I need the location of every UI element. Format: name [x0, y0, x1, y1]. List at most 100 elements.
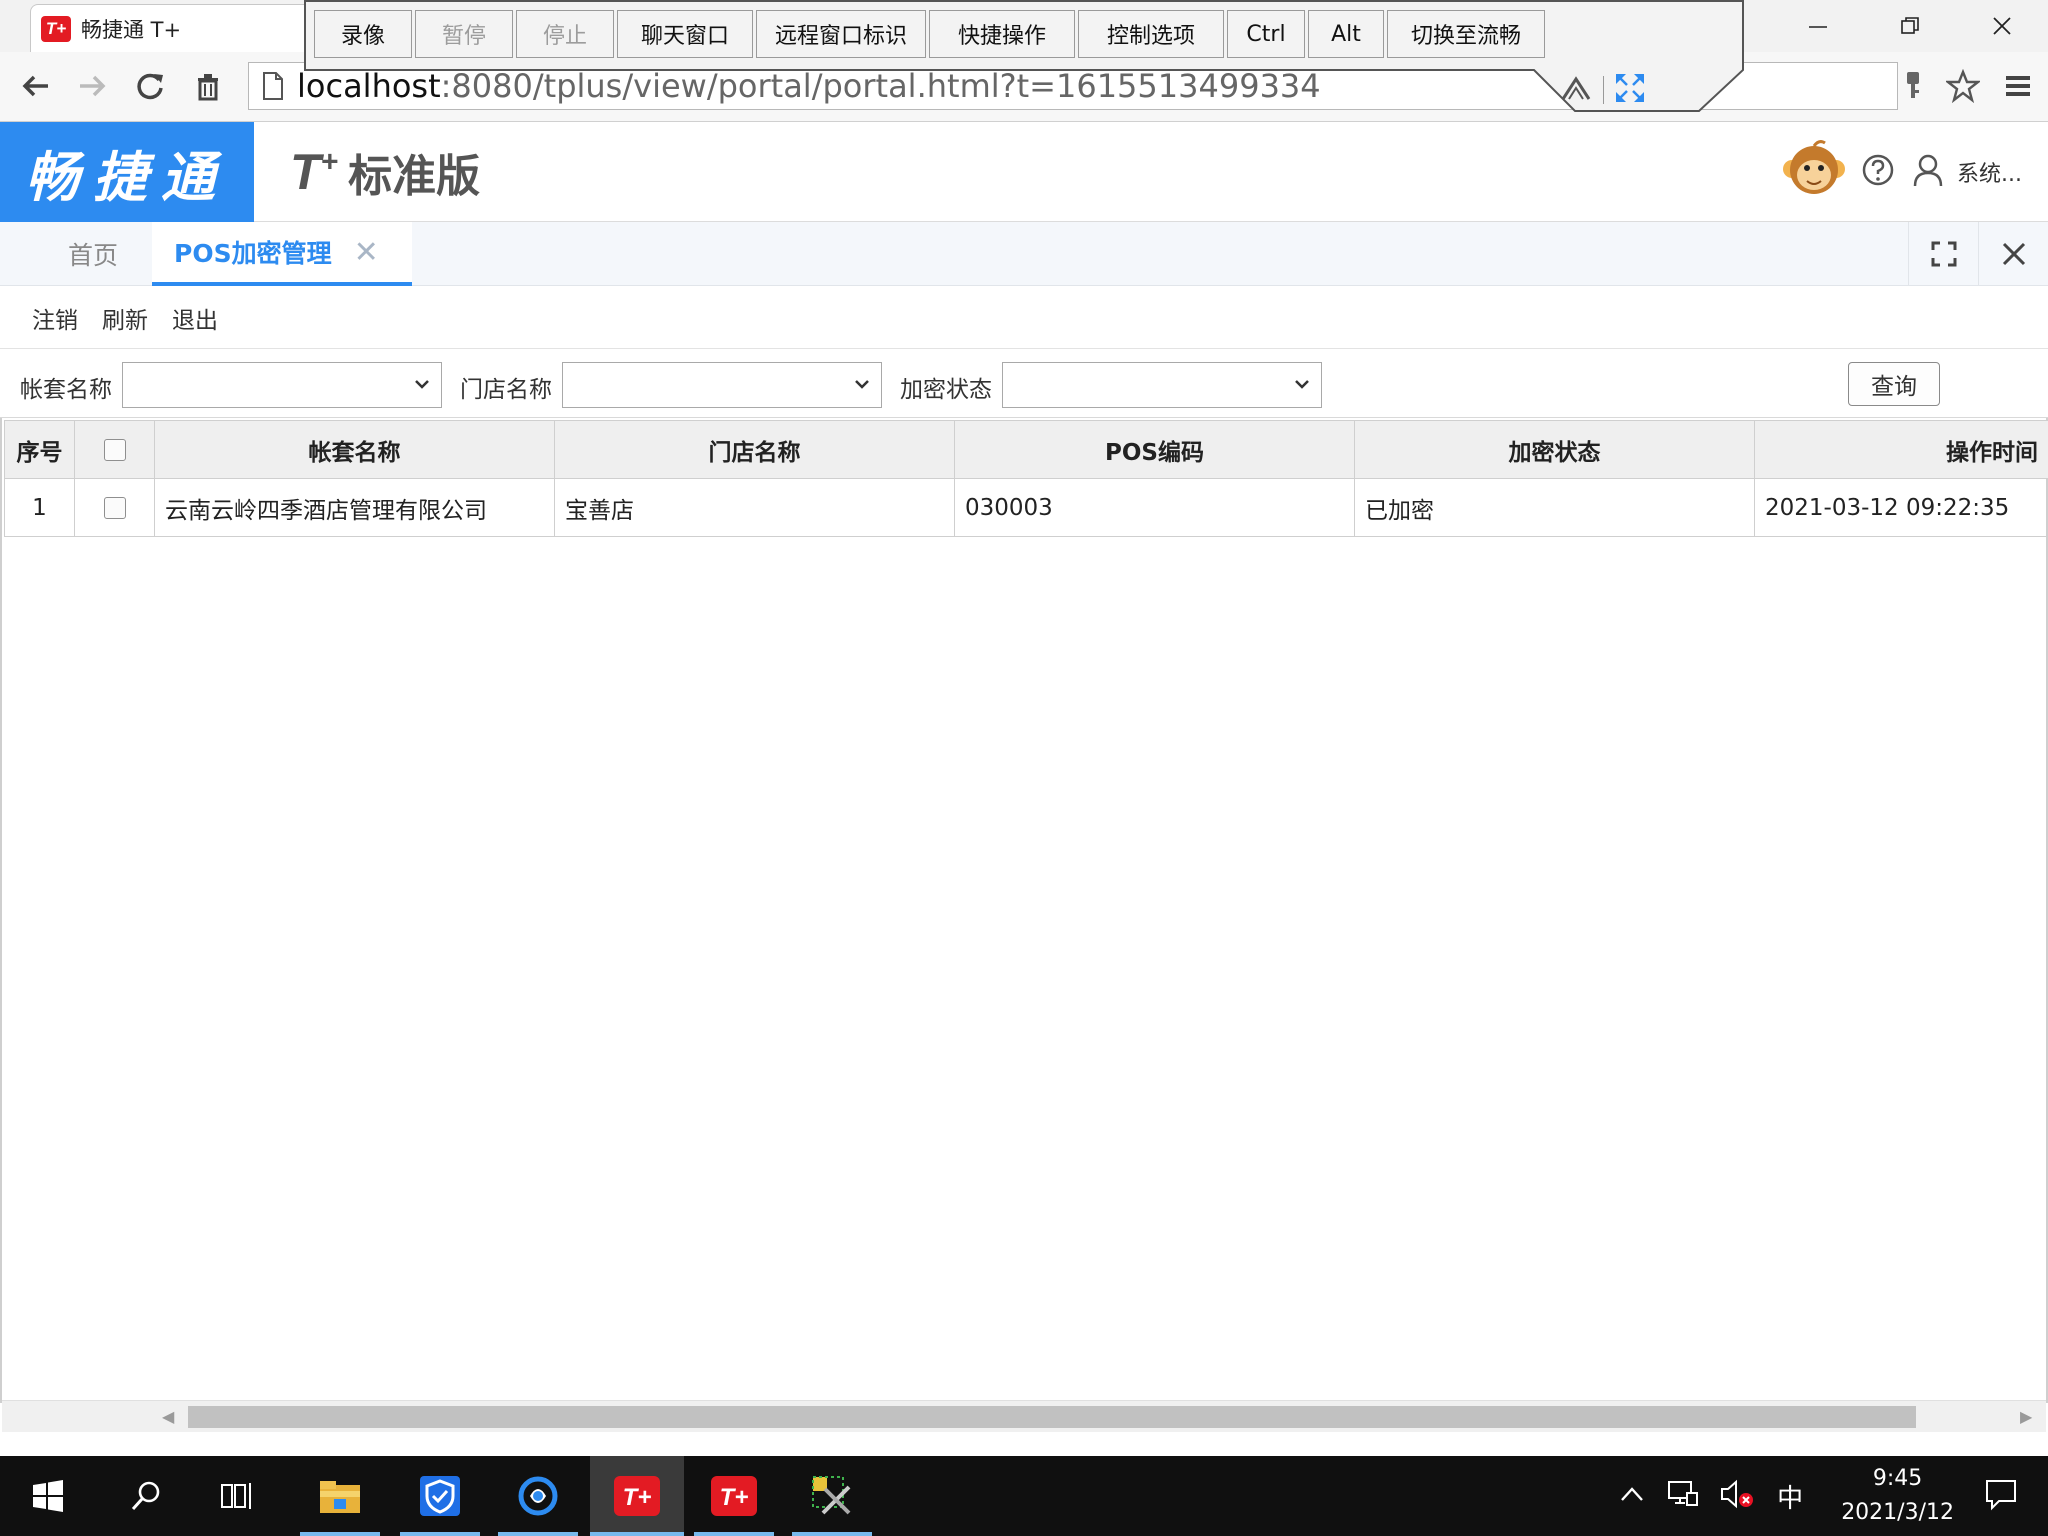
chevron-down-icon	[851, 373, 873, 399]
column-header-pos-code[interactable]: POS编码	[954, 420, 1355, 479]
menu-icon[interactable]	[1988, 72, 2048, 100]
windows-taskbar: T+ T+ 中 9:45 2021/3/12	[0, 1456, 2048, 1536]
tools-icon[interactable]	[792, 1456, 872, 1536]
forward-icon[interactable]	[70, 64, 114, 108]
column-header-account[interactable]: 帐套名称	[154, 420, 555, 479]
restore-icon[interactable]	[1864, 0, 1956, 52]
horizontal-scrollbar[interactable]: ◀ ▶	[2, 1400, 2046, 1432]
refresh-button[interactable]: 刷新	[102, 301, 148, 335]
volume-muted-icon[interactable]	[1719, 1478, 1755, 1514]
pos-encryption-grid: 序号 帐套名称 门店名称 POS编码 加密状态 操作时间 1 云南云岭四季酒店管…	[0, 418, 2048, 1403]
account-select[interactable]	[122, 362, 442, 408]
filter-bar: 帐套名称 门店名称 加密状态 查询	[0, 350, 2048, 418]
browser-tab[interactable]: T+ 畅捷通 T+	[30, 4, 330, 52]
fullscreen-expand-icon[interactable]	[1614, 72, 1646, 108]
store-filter-label: 门店名称	[460, 377, 552, 403]
help-icon[interactable]	[1861, 153, 1895, 191]
browser-tab-title: 畅捷通 T+	[81, 17, 182, 42]
maximize-panel-icon[interactable]	[1908, 222, 1978, 286]
table-row[interactable]: 1 云南云岭四季酒店管理有限公司 宝善店 030003 已加密 2021-03-…	[4, 478, 2048, 537]
collapse-up-icon[interactable]	[1559, 73, 1593, 107]
column-header-index: 序号	[4, 420, 75, 479]
chevron-up-icon[interactable]	[1619, 1484, 1645, 1508]
trash-icon[interactable]	[186, 64, 230, 108]
tab-home[interactable]: 首页	[68, 222, 118, 286]
tab-bar-actions	[1908, 222, 2048, 286]
file-explorer-icon[interactable]	[300, 1456, 380, 1536]
chevron-down-icon	[1291, 373, 1313, 399]
remote-toolbar-button[interactable]: 聊天窗口	[617, 10, 753, 58]
reload-icon[interactable]	[128, 64, 172, 108]
column-header-time[interactable]: 操作时间	[1754, 420, 2048, 479]
clock-date: 2021/3/12	[1841, 1500, 1954, 1525]
status-select[interactable]	[1002, 362, 1322, 408]
remote-toolbar-button[interactable]: 停止	[516, 10, 614, 58]
monkey-mascot-icon[interactable]	[1781, 137, 1847, 207]
windows-start-icon[interactable]	[0, 1456, 96, 1536]
tab-pos-encryption[interactable]: POS加密管理 ✕	[152, 222, 412, 286]
clock-time: 9:45	[1872, 1466, 1923, 1491]
task-view-icon[interactable]	[198, 1456, 278, 1536]
scrollbar-thumb[interactable]	[188, 1406, 1916, 1428]
tplus-app-icon[interactable]: T+	[694, 1456, 774, 1536]
search-icon[interactable]	[106, 1456, 186, 1536]
remote-toolbar-button[interactable]: 快捷操作	[929, 10, 1075, 58]
cell-status: 已加密	[1354, 478, 1755, 537]
tab-label: POS加密管理	[174, 239, 332, 268]
cell-pos-code: 030003	[954, 478, 1355, 537]
account-filter-label: 帐套名称	[20, 377, 112, 403]
remote-control-toolbar: 录像 暂停 停止 聊天窗口 远程窗口标识 快捷操作 控制选项 Ctrl Alt 切换至流畅	[304, 0, 1744, 112]
store-select[interactable]	[562, 362, 882, 408]
remote-toolbar-button[interactable]: Alt	[1308, 10, 1384, 58]
cell-index: 1	[4, 478, 75, 537]
network-icon[interactable]	[1667, 1479, 1699, 1513]
remote-toolbar-button[interactable]: 远程窗口标识	[756, 10, 926, 58]
clock[interactable]: 9:45 2021/3/12	[1841, 1462, 1954, 1530]
scroll-right-icon[interactable]: ▶	[2020, 1407, 2032, 1426]
page-icon	[263, 72, 283, 100]
column-header-store[interactable]: 门店名称	[554, 420, 955, 479]
query-button[interactable]: 查询	[1848, 362, 1940, 406]
app-header: 畅捷通 T+ 标准版 系统...	[0, 122, 2048, 222]
remote-toolbar-buttons: 录像 暂停 停止 聊天窗口 远程窗口标识 快捷操作 控制选项 Ctrl Alt 切换至流畅	[314, 10, 1548, 58]
product-edition: T+ 标准版	[290, 142, 480, 202]
ime-indicator[interactable]: 中	[1777, 1478, 1803, 1515]
exit-button[interactable]: 退出	[172, 301, 218, 335]
chevron-down-icon	[411, 373, 433, 399]
remote-assist-icon[interactable]	[498, 1456, 578, 1536]
logout-button[interactable]: 注销	[32, 301, 78, 335]
back-icon[interactable]	[14, 64, 58, 108]
row-checkbox[interactable]	[74, 478, 155, 537]
security-shield-icon[interactable]	[400, 1456, 480, 1536]
user-icon[interactable]	[1913, 153, 1943, 191]
remote-toolbar-button[interactable]: Ctrl	[1227, 10, 1305, 58]
close-panel-icon[interactable]	[1978, 222, 2048, 286]
window-controls	[1772, 0, 2048, 52]
remote-toolbar-icons	[1559, 72, 1646, 108]
minimize-icon[interactable]	[1772, 0, 1864, 52]
action-toolbar: 注销 刷新 退出	[0, 287, 2048, 349]
close-window-icon[interactable]	[1956, 0, 2048, 52]
remote-toolbar-button[interactable]: 录像	[314, 10, 412, 58]
table-header-row: 序号 帐套名称 门店名称 POS编码 加密状态 操作时间	[4, 420, 2048, 479]
edition-label: 标准版	[348, 151, 481, 202]
svg-text:T+: T+	[720, 1484, 749, 1511]
brand-logo: 畅捷通	[0, 122, 254, 222]
system-tray: 中 9:45 2021/3/12	[1619, 1456, 2048, 1536]
key-icon[interactable]	[1888, 70, 1938, 102]
user-name[interactable]: 系统...	[1957, 156, 2022, 188]
scroll-left-icon[interactable]: ◀	[162, 1407, 174, 1426]
column-header-status[interactable]: 加密状态	[1354, 420, 1755, 479]
select-all-checkbox[interactable]	[74, 420, 155, 479]
data-table: 序号 帐套名称 门店名称 POS编码 加密状态 操作时间 1 云南云岭四季酒店管…	[4, 420, 2048, 537]
star-icon[interactable]	[1938, 69, 1988, 103]
address-bar-actions	[1888, 64, 2048, 108]
remote-toolbar-button[interactable]: 切换至流畅	[1387, 10, 1545, 58]
header-actions: 系统...	[1781, 122, 2048, 222]
tplus-favicon-icon: T+	[41, 15, 71, 42]
remote-toolbar-button[interactable]: 控制选项	[1078, 10, 1224, 58]
notification-icon[interactable]	[1984, 1477, 2018, 1515]
tab-close-icon[interactable]: ✕	[354, 235, 379, 270]
tplus-app-icon[interactable]: T+	[590, 1456, 684, 1536]
remote-toolbar-button[interactable]: 暂停	[415, 10, 513, 58]
